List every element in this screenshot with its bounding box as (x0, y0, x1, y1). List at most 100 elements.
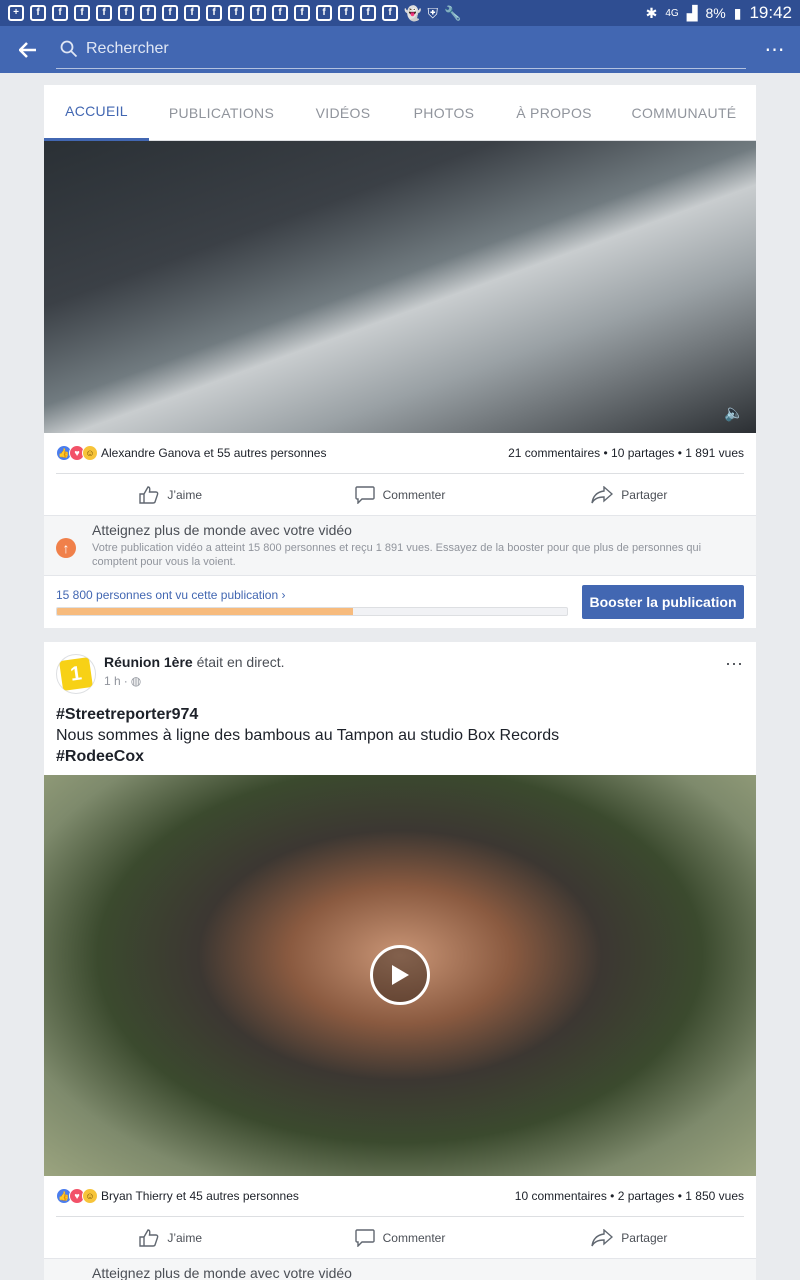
facebook-notification-icon: f (96, 5, 112, 21)
page-tabs: ACCUEIL PUBLICATIONS VIDÉOS PHOTOS À PRO… (44, 85, 756, 141)
thumbs-up-icon (139, 1228, 159, 1247)
post-text: #Streetreporter974 Nous sommes à ligne d… (44, 704, 756, 775)
facebook-notification-icon: f (316, 5, 332, 21)
comment-icon (354, 485, 375, 504)
post-header: 1 Réunion 1ère était en direct. 1 h · ◍ … (44, 642, 756, 704)
volume-icon[interactable]: 🔈 (724, 403, 744, 423)
reaction-icons: 👍 ♥ ☺ (56, 445, 98, 461)
boost-button[interactable]: Booster la publication (582, 585, 744, 619)
facebook-notification-icon: f (184, 5, 200, 21)
facebook-notification-icon: f (206, 5, 222, 21)
clock: 19:42 (749, 3, 792, 22)
chevron-right-icon: › (281, 588, 286, 602)
reach-link[interactable]: 15 800 personnes ont vu cette publicatio… (56, 588, 568, 602)
action-bar: J’aime Commenter Partager (56, 1216, 744, 1258)
facebook-notification-icon: f (338, 5, 354, 21)
facebook-notification-icon: f (52, 5, 68, 21)
like-button[interactable]: J’aime (56, 1228, 285, 1247)
thumbs-up-icon (139, 485, 159, 504)
facebook-notification-icon: f (250, 5, 266, 21)
facebook-notification-icon: f (360, 5, 376, 21)
boost-tip[interactable]: Atteignez plus de monde avec votre vidéo (44, 1258, 756, 1280)
battery-icon: ▮ (733, 4, 742, 21)
reach-progress-fill (57, 608, 353, 615)
page-header-card: ACCUEIL PUBLICATIONS VIDÉOS PHOTOS À PRO… (44, 85, 756, 628)
action-bar: J’aime Commenter Partager (56, 473, 744, 515)
globe-icon: ◍ (130, 674, 142, 688)
post-stats[interactable]: 21 commentaires • 10 partages • 1 891 vu… (508, 446, 744, 460)
notification-icons: + f f f f f f f f f f f f f f f f f 👻 ⛨ … (8, 5, 461, 22)
back-arrow-icon[interactable] (0, 41, 56, 58)
haha-reaction-icon: ☺ (82, 1188, 98, 1204)
shield-icon: ⛨ (427, 4, 438, 21)
post-status: était en direct. (196, 654, 285, 670)
facebook-notification-icon: f (140, 5, 156, 21)
add-notification-icon: + (8, 5, 24, 21)
like-button[interactable]: J’aime (56, 485, 285, 504)
tab-publications[interactable]: PUBLICATIONS (149, 85, 294, 141)
facebook-notification-icon: f (228, 5, 244, 21)
reactions-row[interactable]: 👍 ♥ ☺ Alexandre Ganova et 55 autres pers… (44, 433, 756, 473)
video-thumbnail[interactable]: 🔈 (44, 141, 756, 433)
app-bar: Rechercher ⋯ (0, 26, 800, 73)
snapchat-icon: 👻 (404, 4, 422, 21)
like-label: J’aime (167, 487, 202, 502)
bluetooth-icon: ✱ (645, 4, 658, 21)
page-logo-icon: 1 (59, 657, 93, 691)
share-button[interactable]: Partager (515, 485, 744, 504)
facebook-notification-icon: f (74, 5, 90, 21)
facebook-notification-icon: f (30, 5, 46, 21)
battery-percent: 8% (705, 5, 726, 21)
post-body: Nous sommes à ligne des bambous au Tampo… (56, 727, 560, 744)
facebook-notification-icon: f (272, 5, 288, 21)
tab-a-propos[interactable]: À PROPOS (496, 85, 612, 141)
signal-icon: ▟ (686, 4, 698, 21)
facebook-notification-icon: f (162, 5, 178, 21)
like-label: J’aime (167, 1230, 202, 1245)
hashtag-link[interactable]: #RodeeCox (56, 746, 744, 767)
share-icon (591, 1228, 614, 1246)
page-name[interactable]: Réunion 1ère (104, 654, 193, 670)
overflow-menu-icon[interactable]: ⋯ (750, 37, 800, 62)
share-label: Partager (621, 1230, 668, 1245)
tab-communaute[interactable]: COMMUNAUTÉ (612, 85, 756, 141)
post-time[interactable]: 1 h (104, 674, 121, 688)
boost-tip-title: Atteignez plus de monde avec votre vidéo (92, 522, 352, 538)
share-label: Partager (621, 487, 668, 502)
tab-accueil[interactable]: ACCUEIL (44, 85, 149, 141)
reactions-text: Bryan Thierry et 45 autres personnes (101, 1189, 299, 1203)
hashtag-link[interactable]: #Streetreporter974 (56, 704, 744, 725)
share-icon (591, 485, 614, 503)
tab-videos[interactable]: VIDÉOS (294, 85, 392, 141)
post-card: 1 Réunion 1ère était en direct. 1 h · ◍ … (44, 642, 756, 1280)
comment-label: Commenter (382, 487, 446, 502)
reach-row: 15 800 personnes ont vu cette publicatio… (44, 575, 756, 628)
post-stats[interactable]: 10 commentaires • 2 partages • 1 850 vue… (515, 1189, 744, 1203)
facebook-notification-icon: f (118, 5, 134, 21)
tab-photos[interactable]: PHOTOS (392, 85, 496, 141)
comment-button[interactable]: Commenter (285, 1228, 514, 1247)
boost-tip[interactable]: ↑ Atteignez plus de monde avec votre vid… (44, 515, 756, 575)
status-bar: + f f f f f f f f f f f f f f f f f 👻 ⛨ … (0, 0, 800, 26)
play-icon (392, 965, 409, 985)
search-icon (60, 40, 78, 58)
share-button[interactable]: Partager (515, 1228, 744, 1247)
search-input[interactable]: Rechercher (56, 31, 746, 69)
search-placeholder: Rechercher (86, 40, 169, 57)
haha-reaction-icon: ☺ (82, 445, 98, 461)
avatar[interactable]: 1 (56, 654, 96, 694)
play-button[interactable] (370, 945, 430, 1005)
facebook-notification-icon: f (382, 5, 398, 21)
post-options-icon[interactable]: ⋯ (725, 654, 744, 704)
reactions-text: Alexandre Ganova et 55 autres personnes (101, 446, 327, 460)
comment-label: Commenter (382, 1230, 446, 1245)
facebook-notification-icon: f (294, 5, 310, 21)
boost-tip-title: Atteignez plus de monde avec votre vidéo (92, 1265, 352, 1280)
wrench-icon: 🔧 (443, 4, 462, 21)
boost-tip-body: Votre publication vidéo a atteint 15 800… (92, 542, 702, 568)
comment-button[interactable]: Commenter (285, 485, 514, 504)
reaction-icons: 👍 ♥ ☺ (56, 1188, 98, 1204)
video-thumbnail[interactable] (44, 775, 756, 1176)
reactions-row[interactable]: 👍 ♥ ☺ Bryan Thierry et 45 autres personn… (44, 1176, 756, 1216)
arrow-up-icon: ↑ (56, 538, 76, 558)
